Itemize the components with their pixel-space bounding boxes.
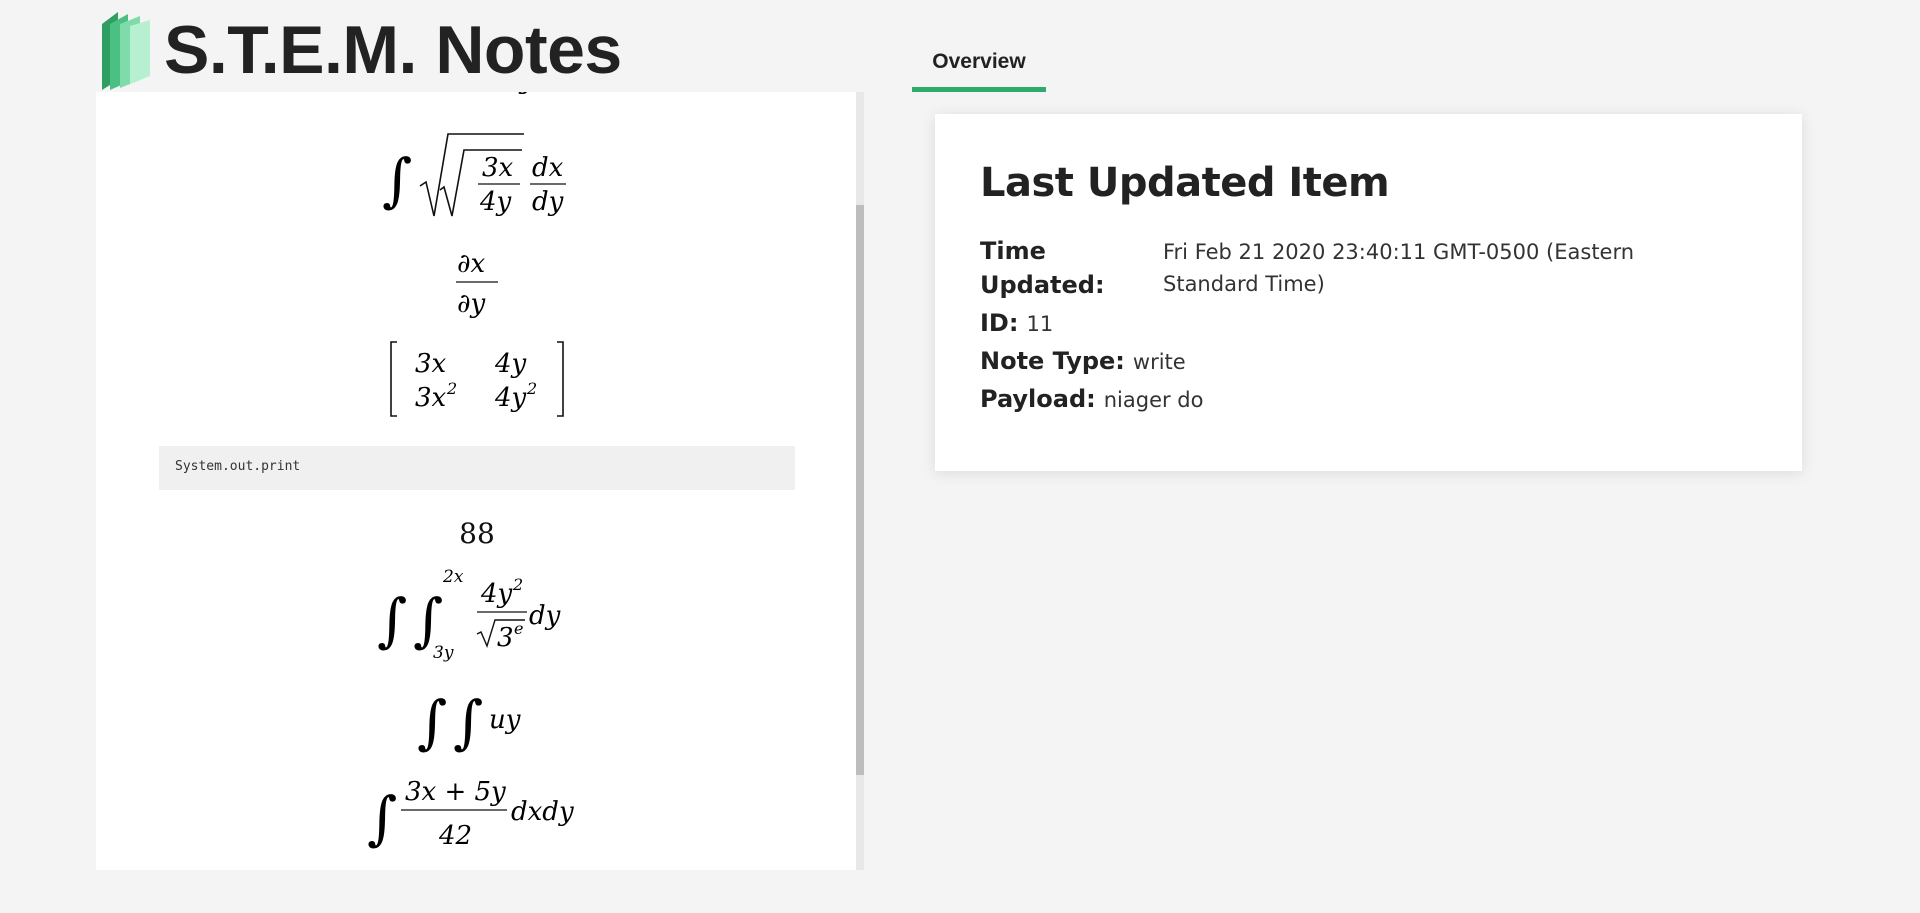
svg-text:2: 2: [512, 575, 523, 594]
svg-text:2: 2: [526, 379, 537, 398]
time-updated-value: Fri Feb 21 2020 23:40:11 GMT-0500 (Easte…: [1163, 240, 1635, 296]
math-matrix: 3x 4y 3x 2 4y 2: [96, 340, 858, 418]
svg-text:uy: uy: [489, 705, 521, 735]
svg-text:∫: ∫: [453, 688, 483, 756]
id-value: 11: [1026, 312, 1054, 336]
app-title: S.T.E.M. Notes: [164, 12, 622, 88]
svg-text:42: 42: [438, 821, 472, 851]
time-updated-row: Time Updated: Fri Feb 21 2020 23:40:11 G…: [980, 232, 1757, 302]
svg-text:3y: 3y: [433, 643, 454, 663]
payload-label: Payload:: [980, 385, 1096, 413]
svg-text:2x: 2x: [442, 567, 464, 587]
math-integral-fraction: ∫ 3x + 5y 42 dxdy: [96, 768, 858, 856]
notes-content: 3x + 4y ∫ 3x 4y dx dy ∂x ∂y: [96, 92, 858, 870]
math-partial-derivative: ∂x ∂y: [96, 242, 858, 320]
svg-text:4y: 4y: [480, 579, 513, 609]
app-header: S.T.E.M. Notes: [96, 10, 622, 90]
last-updated-card: Last Updated Item Time Updated: Fri Feb …: [935, 114, 1802, 471]
card-title: Last Updated Item: [980, 160, 1390, 206]
notes-scrollbar[interactable]: [856, 92, 864, 870]
svg-text:dy: dy: [529, 601, 561, 631]
svg-text:dxdy: dxdy: [511, 797, 574, 827]
note-type-value: write: [1132, 350, 1186, 374]
svg-text:3x: 3x: [415, 383, 447, 413]
math-partial-svg: ∂x ∂y: [456, 249, 498, 319]
svg-text:∫: ∫: [417, 688, 447, 756]
svg-text:3x: 3x: [415, 349, 447, 379]
svg-text:4y: 4y: [494, 383, 527, 413]
time-updated-label: Time Updated:: [980, 237, 1105, 299]
svg-text:dy: dy: [532, 187, 564, 217]
math-double-integral-svg: ∫ ∫ 2x 3y 4y 2 3 e dy: [377, 567, 561, 663]
svg-text:4y: 4y: [479, 187, 512, 217]
math-integral-fraction-svg: ∫ 3x + 5y 42 dxdy: [367, 777, 574, 852]
id-row: ID: 11: [980, 306, 1757, 340]
math-equation-cutoff: 3x + 4y: [96, 92, 858, 102]
math-double-integral-uy: ∫ ∫ uy: [96, 678, 858, 756]
math-double-integral-uy-svg: ∫ ∫ uy: [417, 688, 521, 756]
svg-text:∂x: ∂x: [457, 249, 485, 279]
tab-overview[interactable]: Overview: [912, 42, 1046, 92]
math-cutoff-svg: 3x + 4y: [427, 92, 537, 95]
notes-scrollbar-thumb[interactable]: [856, 205, 864, 775]
math-double-integral-limits: ∫ ∫ 2x 3y 4y 2 3 e dy: [96, 567, 858, 663]
notes-panel[interactable]: 3x + 4y ∫ 3x 4y dx dy ∂x ∂y: [96, 92, 864, 870]
math-number: 88: [459, 516, 495, 550]
code-block: System.out.print: [159, 446, 795, 490]
book-stack-icon: [102, 12, 150, 90]
svg-text:3x + 4y: 3x + 4y: [427, 92, 537, 95]
note-type-row: Note Type: write: [980, 344, 1757, 378]
payload-row: Payload: niager do: [980, 382, 1757, 416]
payload-value: niager do: [1103, 388, 1204, 412]
note-type-label: Note Type:: [980, 347, 1125, 375]
svg-text:3: 3: [497, 623, 514, 653]
math-matrix-svg: 3x 4y 3x 2 4y 2: [390, 341, 564, 417]
math-integral-sqrt-svg: ∫ 3x 4y dx dy: [382, 133, 566, 217]
svg-text:4y: 4y: [494, 349, 527, 379]
svg-text:3x + 5y: 3x + 5y: [405, 777, 506, 807]
svg-text:∂y: ∂y: [457, 289, 485, 319]
svg-text:3x: 3x: [482, 153, 514, 183]
svg-text:e: e: [514, 619, 523, 638]
math-integral-sqrt: ∫ 3x 4y dx dy: [96, 130, 858, 222]
svg-text:dx: dx: [532, 153, 564, 183]
svg-text:∫: ∫: [377, 586, 407, 654]
svg-text:∫: ∫: [367, 784, 397, 852]
svg-text:2: 2: [446, 379, 457, 398]
id-label: ID:: [980, 309, 1019, 337]
svg-text:∫: ∫: [382, 146, 412, 214]
